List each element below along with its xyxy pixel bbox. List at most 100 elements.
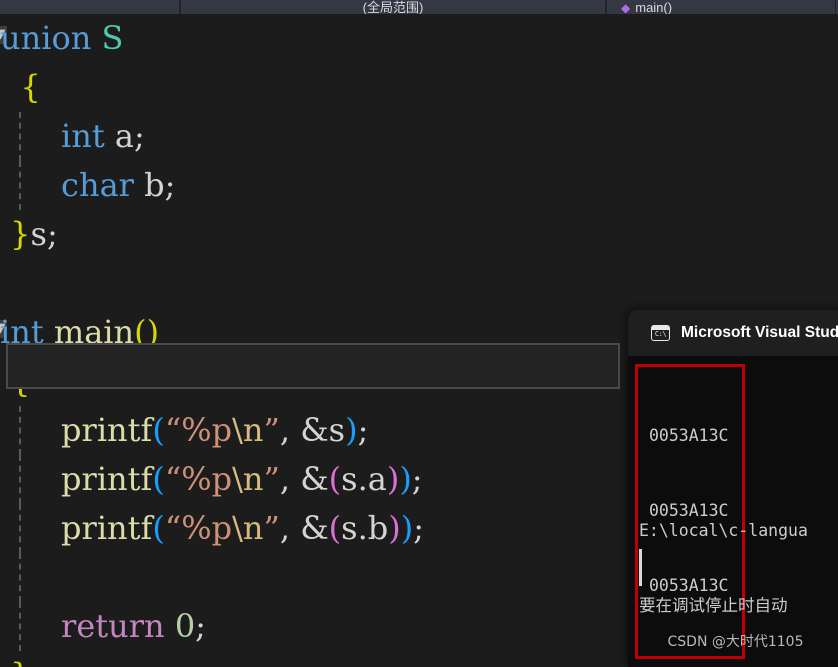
code-token: ; — [164, 166, 176, 204]
code-token: ; — [411, 460, 423, 498]
code-token: s — [30, 215, 47, 253]
code-line-text: union S — [0, 14, 123, 63]
code-token: \n — [232, 460, 264, 498]
breadcrumb-scope-selector[interactable]: (全局范围) — [180, 0, 606, 14]
code-token: & — [300, 509, 329, 547]
code-token: “%p — [164, 411, 233, 449]
code-token: S — [101, 19, 124, 57]
code-token: union — [0, 19, 92, 57]
code-token: , — [279, 411, 301, 449]
code-token: b — [367, 509, 389, 547]
code-token: return — [61, 607, 165, 645]
code-token: & — [300, 411, 329, 449]
code-token: 0 — [174, 607, 196, 645]
code-token: ; — [357, 411, 369, 449]
code-line[interactable] — [0, 259, 838, 308]
code-line[interactable]: }s; — [0, 210, 838, 259]
code-token: , — [279, 460, 301, 498]
console-text-cursor — [639, 549, 642, 586]
code-line-text: char b; — [0, 161, 175, 210]
console-title-label: Microsoft Visual Studio — [681, 324, 838, 341]
breadcrumb-function-selector[interactable]: ◆ main() — [606, 0, 836, 14]
code-line[interactable]: { — [0, 63, 838, 112]
code-token: ) — [388, 509, 401, 547]
code-token: printf — [61, 460, 153, 498]
code-line-text: return 0; — [0, 602, 206, 651]
code-line[interactable]: ▼ union S — [0, 14, 838, 63]
code-token: ( — [328, 460, 342, 498]
code-token: b — [144, 166, 165, 204]
csdn-watermark: CSDN @大时代1105 — [667, 634, 804, 650]
code-line-text: }s; — [0, 210, 58, 259]
code-token: ) — [400, 509, 414, 547]
code-token: ” — [263, 509, 280, 547]
code-line[interactable]: char b; — [0, 161, 838, 210]
code-token: main — [53, 313, 135, 351]
breadcrumb-function-label: main() — [635, 0, 673, 14]
code-token: ” — [263, 411, 280, 449]
console-window-icon: C:\ — [651, 325, 670, 341]
code-token: } — [10, 656, 30, 667]
code-token: s — [341, 460, 358, 498]
code-token: ; — [413, 509, 424, 547]
breadcrumb-scope-label: (全局范围) — [362, 0, 424, 14]
code-token: int — [0, 313, 44, 351]
code-token: int — [61, 117, 105, 155]
code-token: } — [10, 215, 31, 253]
code-token: \n — [232, 509, 264, 547]
method-icon: ◆ — [621, 1, 631, 14]
code-token: { — [10, 362, 31, 400]
code-token: ) — [386, 460, 400, 498]
code-token: . — [357, 460, 368, 498]
code-line-text: printf(“%p\n”, &(s.a)); — [0, 455, 423, 504]
code-token: ; — [195, 607, 206, 645]
code-token: a — [367, 460, 387, 498]
code-token: ( — [328, 509, 342, 547]
console-icon-label: C:\ — [654, 330, 667, 338]
code-token: ) — [345, 411, 358, 449]
code-token: ( — [152, 509, 165, 547]
console-window[interactable]: C:\ Microsoft Visual Studio 0053A13C 005… — [628, 310, 838, 667]
code-line-text: int a; — [0, 112, 145, 161]
breadcrumb-bar: (全局范围) ◆ main() — [0, 0, 838, 14]
console-titlebar[interactable]: C:\ Microsoft Visual Studio — [628, 310, 838, 356]
code-token: s — [328, 411, 346, 449]
code-token: { — [20, 68, 41, 106]
code-token: ; — [133, 117, 145, 155]
code-line-text: int main() — [0, 308, 159, 357]
console-message-line-1: 要在调试停止时自动 — [639, 596, 788, 615]
code-token: a — [114, 117, 134, 155]
code-line[interactable]: int a; — [0, 112, 838, 161]
console-output-area[interactable]: 0053A13C 0053A13C 0053A13C E:\local\c-la… — [628, 356, 838, 667]
code-token: ) — [146, 313, 160, 351]
code-token: printf — [61, 411, 153, 449]
code-line-text: { — [0, 357, 31, 406]
code-token: ( — [152, 460, 165, 498]
code-token: & — [300, 460, 329, 498]
code-line-text: { — [0, 63, 41, 112]
indent-guide — [19, 553, 21, 602]
address-line-1: 0053A13C — [649, 426, 729, 445]
code-line-text: printf(“%p\n”, &(s.b)); — [0, 504, 424, 553]
code-token: \n — [232, 411, 264, 449]
code-token: ( — [134, 313, 147, 351]
code-token: “%p — [164, 509, 233, 547]
console-path-line: E:\local\c-langua — [639, 521, 808, 540]
code-line-text: printf(“%p\n”, &s); — [0, 406, 368, 455]
code-token: printf — [61, 509, 153, 547]
breadcrumb-blank-cell — [0, 0, 180, 14]
code-token: ) — [399, 460, 412, 498]
code-token: , — [279, 509, 301, 547]
